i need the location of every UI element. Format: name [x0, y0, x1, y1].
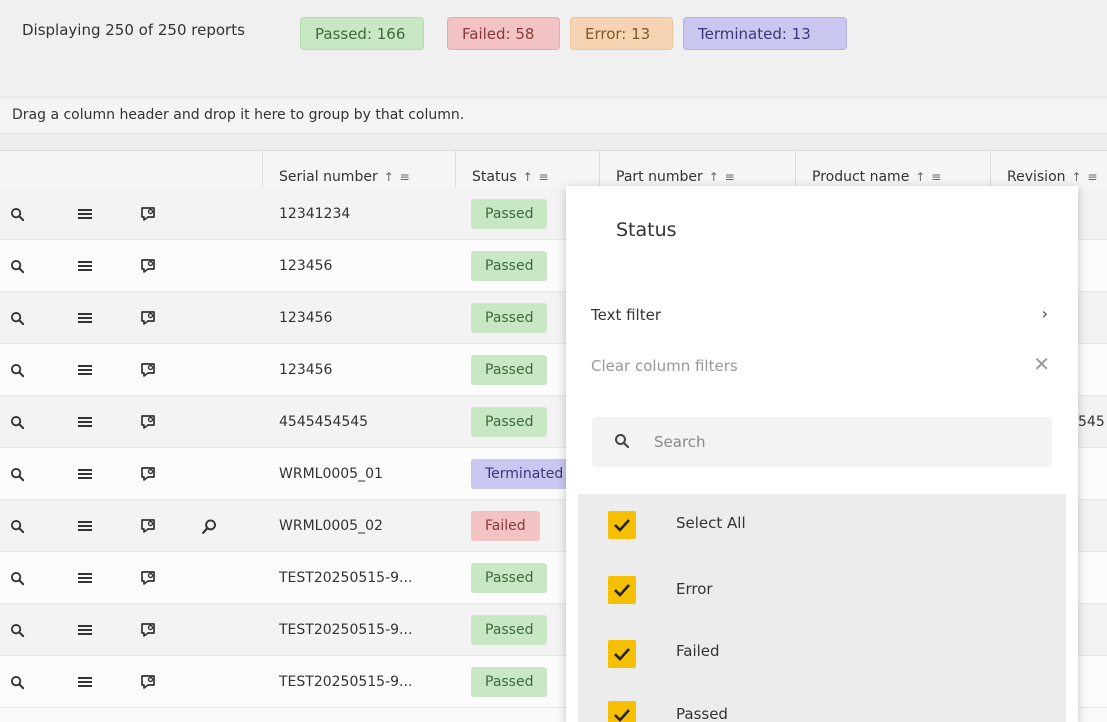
report-count: Displaying 250 of 250 reports — [22, 21, 245, 39]
comment-icon[interactable] — [135, 448, 161, 500]
sort-filter-icon[interactable]: ↑ ≡ — [523, 170, 550, 184]
serial-number-cell: TEST20250515-9... — [279, 570, 413, 586]
passed-filter-chip[interactable]: Passed: 166 — [300, 17, 424, 50]
column-label: Part number — [616, 169, 703, 185]
chevron-right-icon[interactable]: › — [1042, 304, 1048, 323]
status-badge: Passed — [471, 251, 548, 281]
status-options-list: Select All Error Failed Passed — [578, 494, 1066, 722]
menu-icon[interactable] — [72, 448, 98, 500]
search-icon[interactable] — [4, 604, 30, 656]
zoom-icon[interactable] — [196, 500, 222, 552]
serial-number-cell: 12341234 — [279, 206, 351, 222]
menu-icon[interactable] — [72, 396, 98, 448]
option-label: Error — [676, 580, 713, 598]
search-icon[interactable] — [4, 188, 30, 240]
checkbox-checked[interactable] — [608, 511, 636, 539]
option-label: Select All — [676, 514, 746, 532]
search-icon[interactable] — [4, 448, 30, 500]
text-filter-menu-item[interactable]: Text filter — [591, 306, 661, 324]
column-label: Revision — [1007, 169, 1066, 185]
error-filter-chip[interactable]: Error: 13 — [570, 17, 673, 50]
checkbox-checked[interactable] — [608, 701, 636, 722]
failed-filter-chip[interactable]: Failed: 58 — [447, 17, 560, 50]
search-icon — [614, 433, 630, 453]
filter-search-box[interactable] — [592, 417, 1052, 467]
option-failed[interactable]: Failed — [578, 620, 1066, 682]
option-label: Failed — [676, 642, 720, 660]
group-by-hint: Drag a column header and drop it here to… — [12, 107, 465, 123]
filter-search-input[interactable] — [654, 430, 1034, 454]
popup-title: Status — [616, 219, 677, 241]
comment-icon[interactable] — [135, 396, 161, 448]
sort-filter-icon[interactable]: ↑ ≡ — [709, 170, 736, 184]
serial-number-cell: 123456 — [279, 258, 333, 274]
search-icon[interactable] — [4, 292, 30, 344]
menu-icon[interactable] — [72, 240, 98, 292]
status-badge: Passed — [471, 667, 548, 697]
comment-icon[interactable] — [135, 292, 161, 344]
group-by-dropzone[interactable]: Drag a column header and drop it here to… — [0, 97, 1107, 134]
menu-icon[interactable] — [72, 552, 98, 604]
column-label: Status — [472, 169, 517, 185]
status-badge: Passed — [471, 303, 548, 333]
serial-number-cell: 4545454545 — [279, 414, 369, 430]
serial-number-cell: WRML0005_01 — [279, 466, 383, 482]
search-icon[interactable] — [4, 500, 30, 552]
status-badge: Terminated — [471, 459, 581, 489]
close-icon[interactable]: ✕ — [1033, 352, 1050, 376]
comment-icon[interactable] — [135, 552, 161, 604]
status-badge: Passed — [471, 615, 548, 645]
search-icon[interactable] — [4, 552, 30, 604]
menu-icon[interactable] — [72, 292, 98, 344]
search-icon[interactable] — [4, 396, 30, 448]
serial-number-cell: 123456 — [279, 310, 333, 326]
menu-icon[interactable] — [72, 500, 98, 552]
status-badge: Failed — [471, 511, 540, 541]
serial-number-cell: TEST20250515-9... — [279, 622, 413, 638]
clear-column-filters-item[interactable]: Clear column filters — [591, 357, 738, 375]
status-badge: Passed — [471, 355, 548, 385]
checkbox-checked[interactable] — [608, 640, 636, 668]
comment-icon[interactable] — [135, 344, 161, 396]
search-icon[interactable] — [4, 240, 30, 292]
report-summary-bar: Displaying 250 of 250 reports Passed: 16… — [0, 0, 1107, 96]
column-label: Product name — [812, 169, 910, 185]
status-badge: Passed — [471, 199, 548, 229]
comment-icon[interactable] — [135, 500, 161, 552]
comment-icon[interactable] — [135, 656, 161, 708]
menu-icon[interactable] — [72, 344, 98, 396]
checkbox-checked[interactable] — [608, 576, 636, 604]
sort-filter-icon[interactable]: ↑ ≡ — [1072, 170, 1099, 184]
serial-number-cell: 123456 — [279, 362, 333, 378]
option-error[interactable]: Error — [578, 556, 1066, 618]
sort-filter-icon[interactable]: ↑ ≡ — [915, 170, 942, 184]
option-passed[interactable]: Passed — [578, 684, 1066, 722]
menu-icon[interactable] — [72, 188, 98, 240]
menu-icon[interactable] — [72, 604, 98, 656]
column-label: Serial number — [279, 169, 378, 185]
menu-icon[interactable] — [72, 656, 98, 708]
comment-icon[interactable] — [135, 188, 161, 240]
serial-number-cell: TEST20250515-9... — [279, 674, 413, 690]
option-label: Passed — [676, 705, 728, 722]
comment-icon[interactable] — [135, 240, 161, 292]
option-select-all[interactable]: Select All — [578, 494, 1066, 556]
sort-filter-icon[interactable]: ↑ ≡ — [384, 170, 411, 184]
serial-number-cell: WRML0005_02 — [279, 518, 383, 534]
status-filter-popup: Status Text filter › Clear column filter… — [566, 186, 1078, 722]
search-icon[interactable] — [4, 656, 30, 708]
search-icon[interactable] — [4, 344, 30, 396]
status-badge: Passed — [471, 563, 548, 593]
revision-cell: 545 — [1078, 414, 1105, 430]
comment-icon[interactable] — [135, 604, 161, 656]
terminated-filter-chip[interactable]: Terminated: 13 — [683, 17, 847, 50]
status-badge: Passed — [471, 407, 548, 437]
